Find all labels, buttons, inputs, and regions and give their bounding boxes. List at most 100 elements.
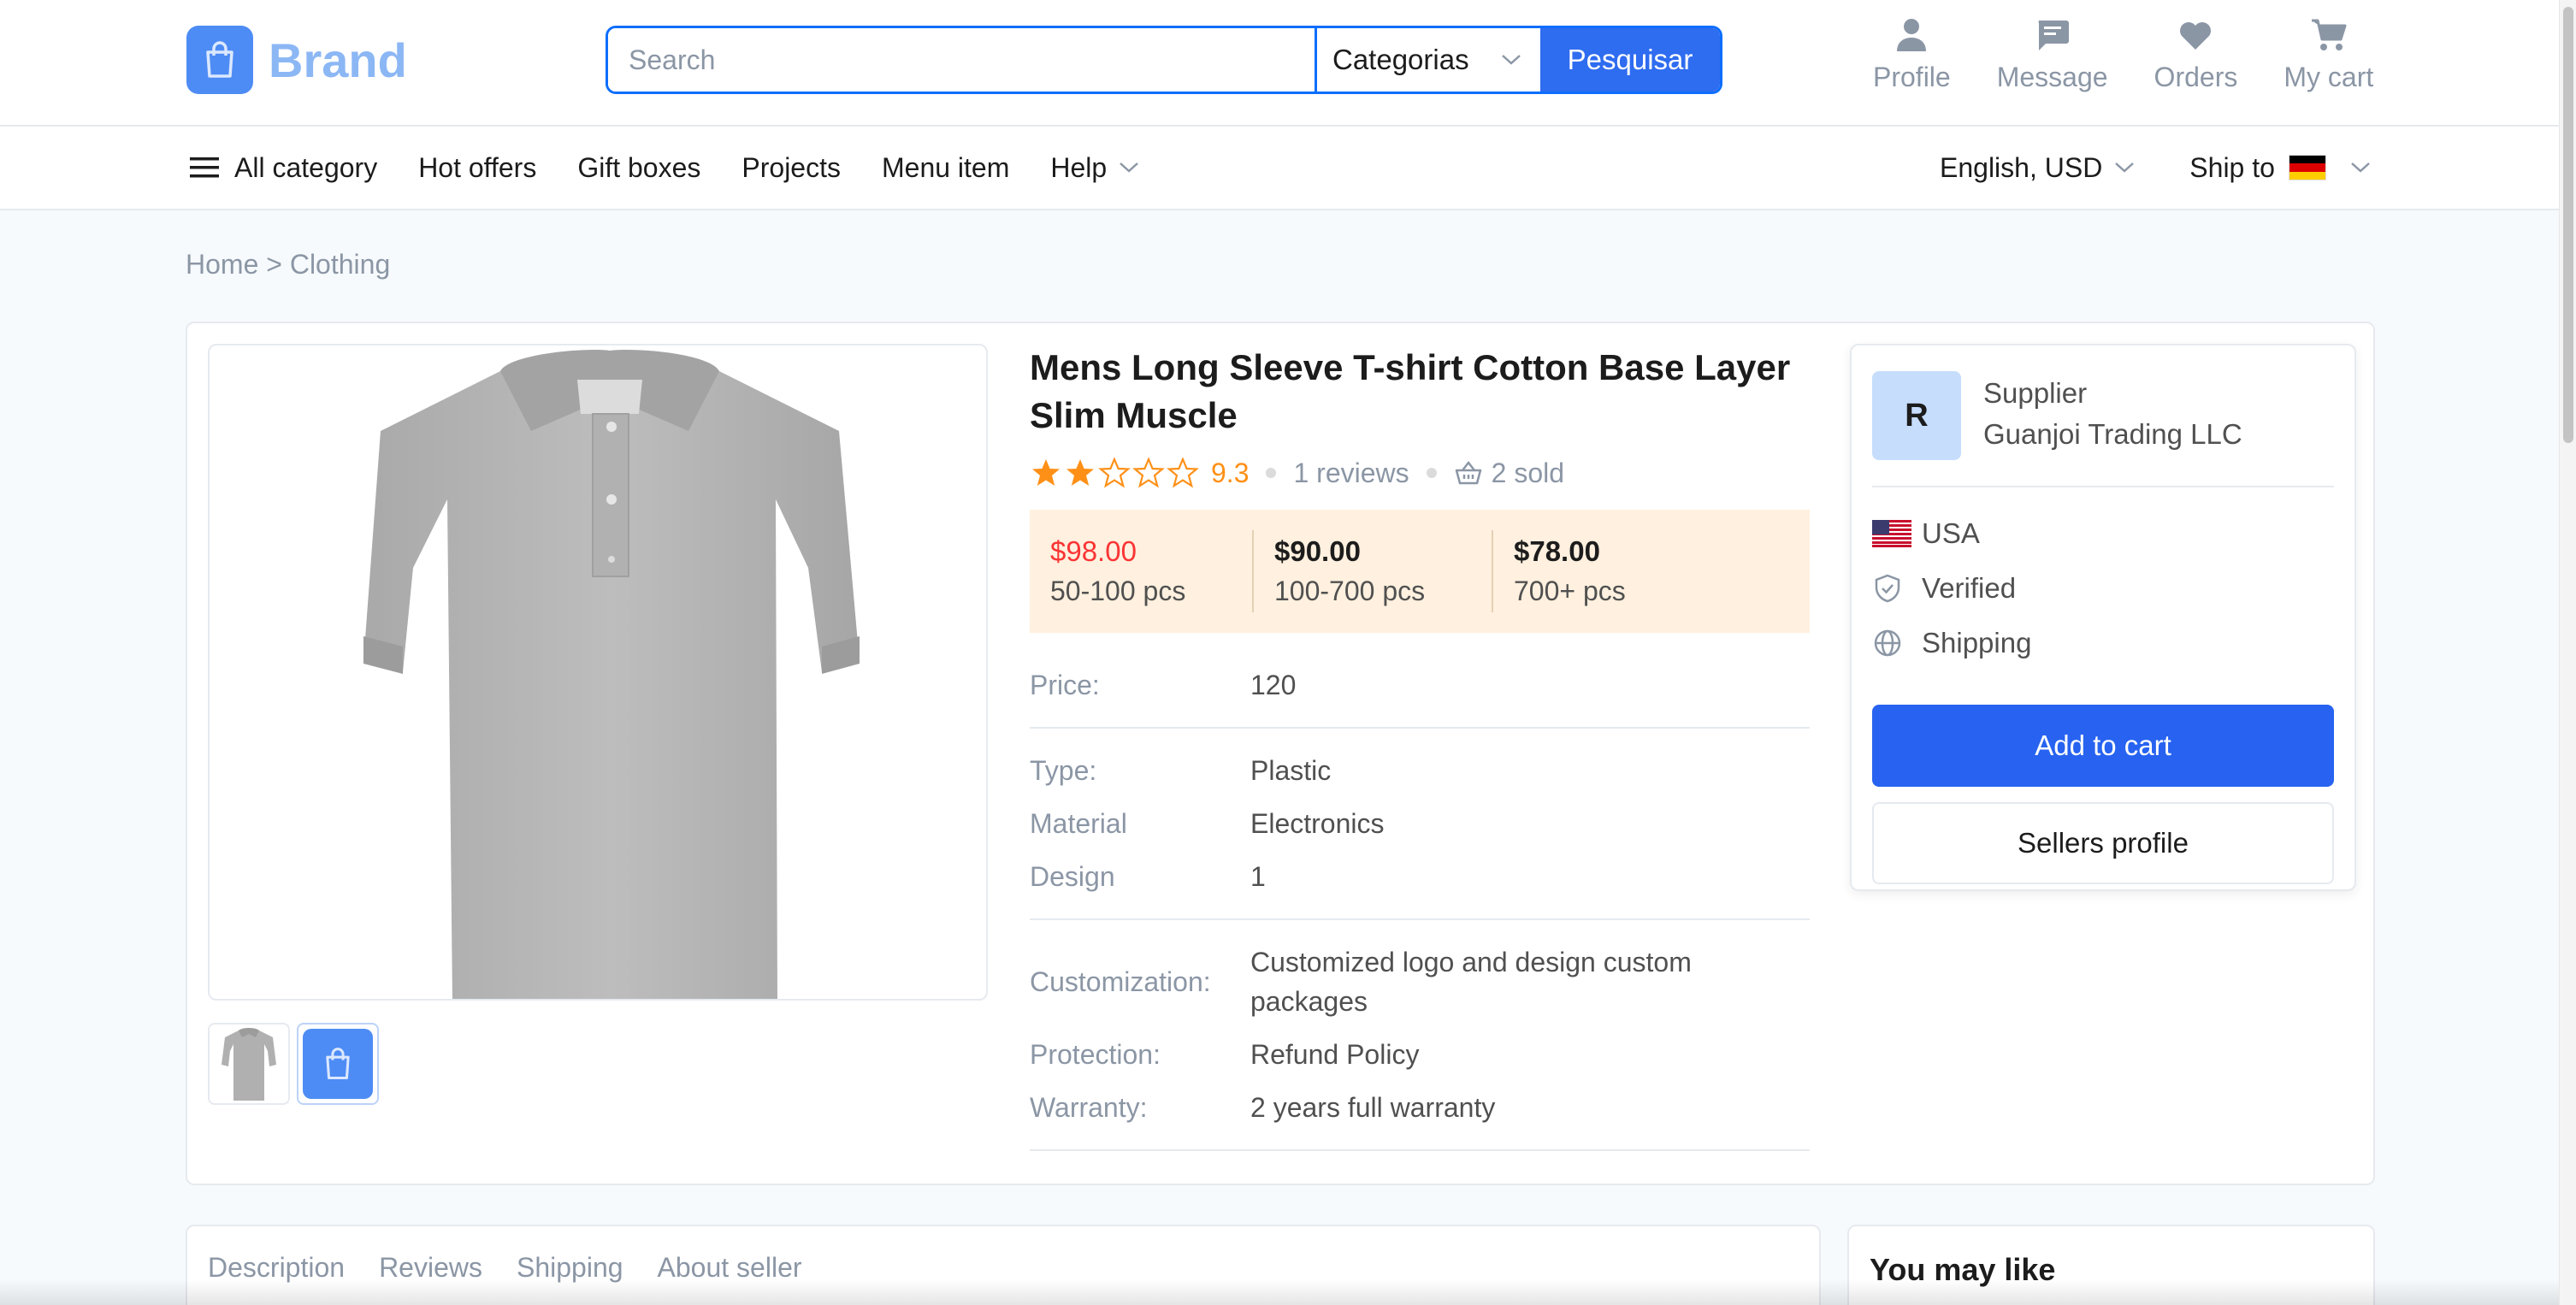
orders-button[interactable]: Orders xyxy=(2154,17,2238,103)
tier-quantity: 50-100 pcs xyxy=(1050,576,1186,606)
profile-button[interactable]: Profile xyxy=(1873,17,1951,103)
reviews-count[interactable]: 1 reviews xyxy=(1293,458,1409,489)
spec-label: Material xyxy=(1030,808,1127,839)
spec-label: Customization: xyxy=(1030,966,1211,997)
grey-polo-shirt-thumbnail-image xyxy=(222,1028,276,1101)
supplier-label: Supplier xyxy=(1983,377,2088,409)
supplier-text: Supplier Guanjoi Trading LLC xyxy=(1983,373,2242,486)
brand-logo[interactable]: Brand xyxy=(186,25,407,95)
nav-item-menu-item[interactable]: Menu item xyxy=(882,152,1009,184)
separator-dot xyxy=(1426,468,1437,478)
spec-row-material: Material Electronics xyxy=(1030,797,1810,850)
globe-icon xyxy=(1872,628,1913,658)
brand-name: Brand xyxy=(269,32,407,87)
sold-label: 2 sold xyxy=(1491,457,1565,488)
product-info: Mens Long Sleeve T-shirt Cotton Base Lay… xyxy=(1030,344,1810,1151)
nav-item-gift-boxes[interactable]: Gift boxes xyxy=(577,152,700,184)
sold-count: 2 sold xyxy=(1454,458,1564,489)
message-icon xyxy=(2038,21,2069,50)
price-tier: $98.00 50-100 pcs xyxy=(1050,530,1252,612)
cart-icon xyxy=(2311,19,2347,50)
grey-polo-shirt-image xyxy=(363,350,860,999)
message-label: Message xyxy=(1996,62,2108,92)
supplier-country-label: USA xyxy=(1922,517,1980,549)
nav-item-hot-offers[interactable]: Hot offers xyxy=(418,152,536,184)
scrollbar-thumb[interactable] xyxy=(2563,7,2573,443)
message-button[interactable]: Message xyxy=(1997,17,2108,103)
top-header: Brand Categorias Pesquisar Profile Messa… xyxy=(0,0,2576,127)
help-label: Help xyxy=(1050,151,1108,183)
add-to-cart-button[interactable]: Add to cart xyxy=(1872,705,2334,787)
tier-price: $78.00 xyxy=(1514,535,1600,567)
supplier-name: Guanjoi Trading LLC xyxy=(1983,418,2242,450)
spec-label: Protection: xyxy=(1030,1039,1161,1070)
language-currency-select[interactable]: English, USD xyxy=(1940,152,2135,184)
sellers-profile-button[interactable]: Sellers profile xyxy=(1872,802,2334,884)
star-filled-icon xyxy=(1032,459,1060,486)
orders-label: Orders xyxy=(2154,62,2238,92)
image-thumbnails xyxy=(208,1023,386,1105)
search-button[interactable]: Pesquisar xyxy=(1540,28,1720,92)
ship-to-select[interactable]: Ship to xyxy=(2189,152,2371,184)
spec-row-design: Design 1 xyxy=(1030,850,1810,903)
tier-price: $90.00 xyxy=(1274,535,1361,567)
spec-value: Plastic xyxy=(1250,755,1332,786)
search-bar: Categorias Pesquisar xyxy=(606,26,1722,94)
nav-item-projects[interactable]: Projects xyxy=(741,152,841,184)
menu-icon xyxy=(190,157,219,178)
spec-label: Warranty: xyxy=(1030,1092,1148,1123)
star-empty-icon xyxy=(1098,458,1131,488)
vertical-scrollbar[interactable] xyxy=(2559,0,2576,1305)
star-filled-icon xyxy=(1066,459,1094,486)
spec-row-customization: Customization: Customized logo and desig… xyxy=(1030,936,1810,1028)
tier-quantity: 700+ pcs xyxy=(1514,576,1626,606)
my-cart-button[interactable]: My cart xyxy=(2284,17,2373,103)
supplier-verified-label: Verified xyxy=(1922,572,2017,604)
star-empty-icon xyxy=(1167,458,1199,488)
spec-value: 2 years full warranty xyxy=(1250,1092,1496,1123)
spec-group-service: Customization: Customized logo and desig… xyxy=(1030,920,1810,1151)
supplier-header: R Supplier Guanjoi Trading LLC xyxy=(1872,371,2334,487)
spec-value: 1 xyxy=(1250,861,1266,892)
supplier-avatar: R xyxy=(1872,371,1961,460)
price-tier: $90.00 100-700 pcs xyxy=(1252,530,1492,612)
spec-row-type: Type: Plastic xyxy=(1030,744,1810,797)
heart-icon xyxy=(2180,22,2212,50)
price-tier: $78.00 700+ pcs xyxy=(1492,530,1697,612)
price-tiers: $98.00 50-100 pcs $90.00 100-700 pcs $78… xyxy=(1030,510,1810,633)
breadcrumb[interactable]: Home > Clothing xyxy=(186,249,390,280)
star-empty-icon xyxy=(1132,458,1165,488)
spec-group-price: Price: 120 xyxy=(1030,647,1810,729)
spec-row-protection: Protection: Refund Policy xyxy=(1030,1028,1810,1081)
chevron-down-icon xyxy=(2351,162,2370,173)
bottom-fade xyxy=(0,1279,2576,1305)
spec-label: Design xyxy=(1030,861,1115,892)
spec-value: 120 xyxy=(1250,670,1297,700)
supplier-shipping: Shipping xyxy=(1872,616,2031,670)
product-title: Mens Long Sleeve T-shirt Cotton Base Lay… xyxy=(1030,347,1791,435)
nav-item-help[interactable]: Help xyxy=(1050,152,1139,184)
supplier-details: USA Verified Shipping xyxy=(1872,506,2031,670)
chevron-down-icon xyxy=(1120,162,1139,173)
category-select[interactable]: Categorias xyxy=(1315,28,1540,92)
thumbnail-shirt[interactable] xyxy=(208,1023,290,1105)
spec-row-price: Price: 120 xyxy=(1030,658,1810,712)
spec-value: Electronics xyxy=(1250,808,1385,839)
supplier-country: USA xyxy=(1872,506,2031,561)
separator-dot xyxy=(1266,468,1277,478)
profile-label: Profile xyxy=(1873,62,1951,92)
tier-price: $98.00 xyxy=(1050,535,1137,567)
search-input[interactable] xyxy=(608,28,1315,92)
all-category-button[interactable]: All category xyxy=(190,152,377,184)
product-main-image[interactable] xyxy=(208,344,988,1001)
all-category-label: All category xyxy=(234,151,378,183)
shopping-bag-icon xyxy=(186,26,253,94)
basket-icon xyxy=(1455,460,1481,485)
spec-row-warranty: Warranty: 2 years full warranty xyxy=(1030,1081,1810,1134)
my-cart-label: My cart xyxy=(2284,62,2374,92)
thumbnail-brand[interactable] xyxy=(297,1023,379,1105)
spec-value: Customized logo and design custom packag… xyxy=(1250,947,1692,1017)
usa-flag-icon xyxy=(1872,518,1913,549)
spec-label: Type: xyxy=(1030,755,1097,786)
supplier-card: R Supplier Guanjoi Trading LLC USA Verif… xyxy=(1850,344,2356,891)
